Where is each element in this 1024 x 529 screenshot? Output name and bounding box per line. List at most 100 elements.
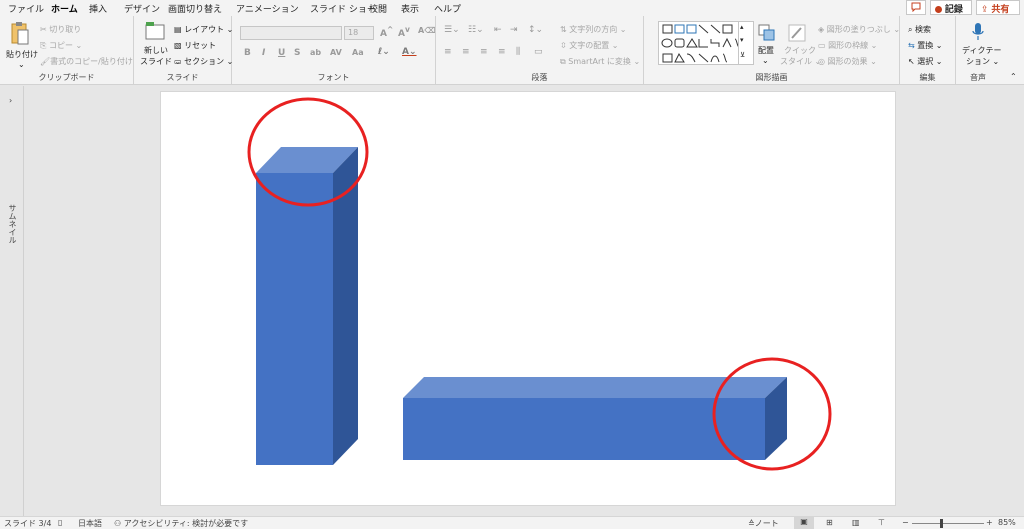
columns-icon[interactable]: ⫼ [516, 47, 520, 57]
italic-button[interactable]: I [262, 48, 265, 58]
align-right-icon[interactable]: ≡ [480, 47, 488, 57]
ribbon-tab-bar: ファイル ホーム 挿入 デザイン 画面切り替え アニメーション スライド ショー… [0, 0, 1024, 18]
dictate-line1[interactable]: ディクテー [962, 45, 1001, 56]
record-dot-icon [935, 6, 942, 13]
slide-counter: スライド 3/4 [4, 519, 52, 528]
quick-styles-line1[interactable]: クイック [784, 45, 816, 56]
tab-animations[interactable]: アニメーション [236, 2, 299, 15]
gallery-scroll[interactable]: ▴ ▾ ⊻ [738, 21, 748, 65]
font-color-icon[interactable]: A⌄ [402, 47, 417, 57]
highlight-icon[interactable]: ℓ⌄ [378, 47, 390, 57]
shape-effects-button[interactable]: ◎ 図形の効果 ⌄ [818, 56, 877, 67]
char-spacing-2-icon[interactable]: AV [330, 48, 342, 57]
zoom-out-icon[interactable]: − [902, 518, 909, 527]
reading-view-icon[interactable]: ▥ [852, 518, 860, 527]
font-size-value: 18 [348, 28, 359, 37]
change-case-icon[interactable]: Aa [352, 48, 364, 57]
comment-icon [911, 2, 921, 13]
slide-sorter-icon[interactable]: ⊞ [826, 518, 833, 527]
bullets-icon[interactable]: ☰⌄ [444, 25, 460, 35]
language-label[interactable]: 日本語 [78, 518, 102, 529]
notes-button[interactable]: ≙ノート [748, 518, 779, 529]
tab-insert[interactable]: 挿入 [89, 2, 107, 15]
comments-button[interactable] [906, 0, 926, 15]
align-left-icon[interactable]: ≡ [444, 47, 452, 57]
tab-transitions[interactable]: 画面切り替え [168, 2, 222, 15]
collapse-ribbon-icon[interactable]: ⌃ [1010, 72, 1017, 81]
copy-button[interactable]: ⎘ コピー ⌄ [40, 40, 82, 51]
grow-font-icon[interactable]: A^ [380, 25, 393, 39]
align-text-button[interactable]: ⇳ 文字の配置 ⌄ [560, 40, 619, 51]
cut-label: 切り取り [49, 25, 82, 34]
new-slide-line1[interactable]: 新しい [144, 45, 168, 56]
slideshow-icon[interactable]: ⊤ [878, 518, 885, 527]
shrink-font-icon[interactable]: Av [398, 25, 410, 39]
decrease-indent-icon[interactable]: ⇤ [494, 25, 502, 35]
tab-file[interactable]: ファイル [8, 2, 44, 15]
shape-effects-label: 図形の効果 [827, 57, 868, 66]
arrange-icon[interactable] [758, 24, 776, 42]
zoom-slider-thumb[interactable] [940, 519, 943, 528]
select-button[interactable]: ↖ 選択 ⌄ [908, 56, 943, 67]
font-group: 18 A^ Av A⌫ B I U S ab AV Aa ℓ⌄ A⌄ フォント [232, 16, 436, 85]
horizontal-box-front [403, 398, 765, 460]
tab-review[interactable]: 校閲 [369, 2, 387, 15]
justify-icon[interactable]: ≡ [498, 47, 506, 57]
new-slide-icon[interactable] [144, 21, 166, 41]
copy-icon: ⎘ [40, 41, 47, 50]
copy-label: コピー [48, 41, 73, 50]
reset-button[interactable]: ▧ リセット [174, 40, 216, 51]
normal-view-icon[interactable]: ▣ [794, 517, 814, 529]
shape-fill-button[interactable]: ◈ 図形の塗りつぶし ⌄ [818, 24, 900, 35]
zoom-level[interactable]: 85% [998, 518, 1016, 527]
dictate-label: ション [966, 57, 990, 66]
text-direction-button[interactable]: ⇅ 文字列の方向 ⌄ [560, 24, 627, 35]
spell-check-icon[interactable]: ▯ [58, 518, 62, 527]
tab-help[interactable]: ヘルプ [434, 2, 461, 15]
zoom-slider[interactable] [912, 519, 984, 528]
cut-button[interactable]: ✂ 切り取り [40, 24, 81, 35]
thumbnail-label[interactable]: サムネイル [7, 204, 18, 244]
font-name-combo[interactable] [240, 26, 342, 40]
horizontal-box-shape[interactable] [403, 377, 787, 460]
layout-button[interactable]: ▤ レイアウト ⌄ [174, 24, 233, 35]
paste-button[interactable]: 貼り付け [6, 49, 38, 60]
expand-thumbnails-icon[interactable]: › [9, 96, 12, 105]
format-painter-button[interactable]: 🖌書式のコピー/貼り付け [40, 56, 133, 67]
share-button[interactable]: ⇪ 共有 [976, 0, 1020, 15]
shape-outline-button[interactable]: ▭ 図形の枠線 ⌄ [818, 40, 877, 51]
microphone-icon[interactable] [971, 22, 985, 42]
char-spacing-icon[interactable]: ab [310, 48, 321, 57]
tab-home[interactable]: ホーム [51, 2, 78, 18]
numbering-icon[interactable]: ☷⌄ [468, 25, 484, 35]
find-button[interactable]: ⌕ 検索 [908, 24, 931, 35]
clear-format-icon[interactable]: A⌫ [418, 26, 436, 35]
tab-view[interactable]: 表示 [401, 2, 419, 15]
layout-label: レイアウト [184, 25, 225, 34]
text-direction-label: 文字列の方向 [569, 25, 618, 34]
notes-icon: ≙ [748, 519, 755, 528]
line-spacing-icon[interactable]: ↕⌄ [528, 25, 543, 35]
strike-button[interactable]: S [294, 48, 300, 58]
quick-styles-line2[interactable]: スタイル ⌄ [780, 56, 821, 67]
quick-styles-icon[interactable] [788, 24, 806, 42]
paragraph-border-icon[interactable]: ▭ [534, 47, 543, 57]
paste-icon[interactable] [10, 21, 30, 47]
dictate-line2[interactable]: ション ⌄ [966, 56, 999, 67]
font-size-combo[interactable]: 18 [344, 26, 374, 40]
section-label: セクション [184, 57, 225, 66]
bold-button[interactable]: B [244, 48, 251, 58]
accessibility-button[interactable]: ⚇ アクセシビリティ: 検討が必要です [114, 518, 248, 529]
tab-design[interactable]: デザイン [124, 2, 160, 15]
record-button[interactable]: 記録 [930, 0, 972, 15]
slide-canvas[interactable] [161, 92, 895, 505]
smartart-button[interactable]: ⧉ SmartArt に変換 ⌄ [560, 56, 640, 67]
section-button[interactable]: ▭ セクション ⌄ [174, 56, 233, 67]
replace-button[interactable]: ⇆ 置換 ⌄ [908, 40, 943, 51]
zoom-in-icon[interactable]: + [986, 518, 993, 527]
align-center-icon[interactable]: ≡ [462, 47, 470, 57]
tab-slideshow[interactable]: スライド ショー [310, 2, 376, 15]
arrange-button[interactable]: 配置 [758, 45, 774, 56]
underline-button[interactable]: U [278, 48, 285, 58]
increase-indent-icon[interactable]: ⇥ [510, 25, 518, 35]
